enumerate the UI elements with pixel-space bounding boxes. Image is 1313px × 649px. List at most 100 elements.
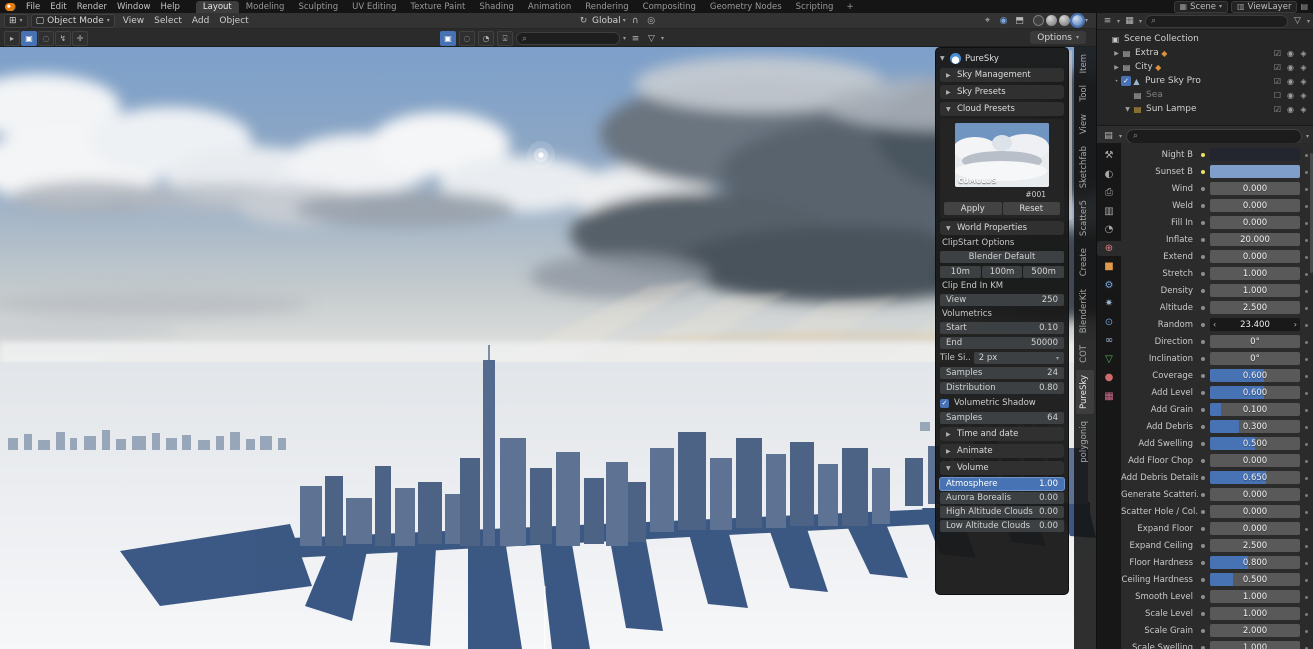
- value-slider[interactable]: 2.000: [1210, 624, 1300, 637]
- keyframe-dot-icon[interactable]: [1198, 184, 1208, 194]
- clip-button-500m[interactable]: 500m: [1023, 266, 1064, 278]
- clip-button-10m[interactable]: 10m: [940, 266, 981, 278]
- animate-decorator-icon[interactable]: [1302, 507, 1311, 517]
- add-workspace-button[interactable]: +: [841, 2, 858, 12]
- show-cameras-icon[interactable]: ◔: [478, 31, 494, 46]
- section-volume[interactable]: ▼Volume: [940, 461, 1064, 475]
- section-sky-management[interactable]: ▶Sky Management: [940, 68, 1064, 82]
- value-slider[interactable]: 0.000: [1210, 216, 1300, 229]
- cloud-preset-preview[interactable]: CUMULUS: [955, 123, 1049, 187]
- viewport-menu-select[interactable]: Select: [149, 16, 187, 26]
- value-slider[interactable]: 1.000: [1210, 607, 1300, 620]
- animate-decorator-icon[interactable]: [1302, 626, 1311, 636]
- animate-decorator-icon[interactable]: [1302, 456, 1311, 466]
- cursor-tool-icon[interactable]: ✛: [72, 31, 88, 46]
- volumetric-shadow-row[interactable]: ✓ Volumetric Shadow: [940, 397, 1064, 409]
- npanel-tab-cot[interactable]: COT: [1076, 340, 1094, 368]
- exclude-checkbox-icon[interactable]: ☑: [1271, 63, 1284, 72]
- snap-magnet-icon[interactable]: ∩: [629, 15, 642, 27]
- section-time-and-date[interactable]: ▶Time and date: [940, 427, 1064, 441]
- animate-decorator-icon[interactable]: [1302, 354, 1311, 364]
- viewport-menu-view[interactable]: View: [118, 16, 149, 26]
- properties-tab-tool-icon[interactable]: ⚒: [1099, 148, 1119, 163]
- properties-tab-texture-icon[interactable]: ▦: [1099, 389, 1119, 404]
- blender-logo-icon[interactable]: [5, 3, 16, 11]
- keyframe-dot-icon[interactable]: [1198, 592, 1208, 602]
- filter-funnel-icon[interactable]: ▽: [645, 33, 658, 45]
- properties-tab-material-icon[interactable]: ●: [1099, 370, 1119, 385]
- volume-high-altitude-clouds-slider[interactable]: High Altitude Clouds0.00: [940, 506, 1064, 518]
- keyframe-dot-icon[interactable]: [1198, 388, 1208, 398]
- keyframe-dot-icon[interactable]: [1198, 371, 1208, 381]
- show-empties-icon[interactable]: ⌻: [497, 31, 513, 46]
- keyframe-dot-icon[interactable]: [1198, 252, 1208, 262]
- keyframe-dot-icon[interactable]: [1198, 541, 1208, 551]
- value-slider[interactable]: 0.000: [1210, 199, 1300, 212]
- value-slider[interactable]: 0.300: [1210, 420, 1300, 433]
- workspace-tab-shading[interactable]: Shading: [472, 1, 521, 13]
- camera-icon[interactable]: ◈: [1297, 91, 1310, 100]
- list-options-icon[interactable]: ≡: [629, 33, 642, 45]
- eye-icon[interactable]: ◉: [1284, 91, 1297, 100]
- keyframe-dot-icon[interactable]: [1198, 150, 1208, 160]
- rendered-shading-icon[interactable]: [1072, 15, 1083, 26]
- tile-size-dropdown[interactable]: 2 px▾: [974, 352, 1064, 364]
- workspace-tab-compositing[interactable]: Compositing: [636, 1, 703, 13]
- menu-render[interactable]: Render: [72, 2, 112, 12]
- options-button[interactable]: Options▾: [1030, 31, 1086, 44]
- animate-decorator-icon[interactable]: [1302, 490, 1311, 500]
- expand-arrow-icon[interactable]: ▼: [1123, 106, 1132, 113]
- value-slider[interactable]: 0.000: [1210, 250, 1300, 263]
- increment-arrow-icon[interactable]: ›: [1294, 318, 1297, 331]
- value-slider[interactable]: 1.000: [1210, 641, 1300, 649]
- menu-edit[interactable]: Edit: [45, 2, 71, 12]
- color-field[interactable]: [1210, 165, 1300, 178]
- value-slider[interactable]: 0.000: [1210, 505, 1300, 518]
- keyframe-dot-icon[interactable]: [1198, 507, 1208, 517]
- select-lasso-tool-icon[interactable]: ↯: [55, 31, 71, 46]
- gizmo-toggle-icon[interactable]: ⌖: [981, 15, 994, 27]
- keyframe-dot-icon[interactable]: [1198, 575, 1208, 585]
- animate-decorator-icon[interactable]: [1302, 541, 1311, 551]
- animate-decorator-icon[interactable]: [1302, 609, 1311, 619]
- workspace-tab-modeling[interactable]: Modeling: [239, 1, 292, 13]
- animate-decorator-icon[interactable]: [1302, 388, 1311, 398]
- tweak-tool-icon[interactable]: ▸: [4, 31, 20, 46]
- menu-file[interactable]: File: [21, 2, 45, 12]
- properties-tab-modifiers-icon[interactable]: ⚙: [1099, 278, 1119, 293]
- volumetrics-distribution-slider[interactable]: Distribution0.80: [940, 382, 1064, 394]
- keyframe-dot-icon[interactable]: [1198, 422, 1208, 432]
- properties-tab-render-icon[interactable]: ◐: [1099, 167, 1119, 182]
- value-slider[interactable]: 0.000: [1210, 488, 1300, 501]
- exclude-checkbox-icon[interactable]: ☐: [1271, 91, 1284, 100]
- keyframe-dot-icon[interactable]: [1198, 167, 1208, 177]
- animate-decorator-icon[interactable]: [1302, 524, 1311, 534]
- properties-tab-object-icon[interactable]: ■: [1099, 259, 1119, 274]
- keyframe-dot-icon[interactable]: [1198, 337, 1208, 347]
- workspace-tab-layout[interactable]: Layout: [196, 1, 239, 13]
- animate-decorator-icon[interactable]: [1302, 643, 1311, 649]
- outliner-search-input[interactable]: ⌕: [1145, 15, 1288, 28]
- keyframe-dot-icon[interactable]: [1198, 235, 1208, 245]
- animate-decorator-icon[interactable]: [1302, 422, 1311, 432]
- wireframe-shading-icon[interactable]: [1033, 15, 1044, 26]
- outliner-row-sea[interactable]: ▤Sea☐◉◈: [1097, 88, 1313, 102]
- eye-icon[interactable]: ◉: [1284, 63, 1297, 72]
- value-slider[interactable]: 0.650: [1210, 471, 1300, 484]
- properties-tab-world-icon[interactable]: ⊕: [1097, 241, 1121, 256]
- mode-selector[interactable]: ▢Object Mode▾: [31, 14, 115, 28]
- value-slider[interactable]: 0.600: [1210, 369, 1300, 382]
- value-slider[interactable]: 0.000: [1210, 454, 1300, 467]
- animate-decorator-icon[interactable]: [1302, 558, 1311, 568]
- keyframe-dot-icon[interactable]: [1198, 473, 1208, 483]
- value-slider[interactable]: 0.600: [1210, 386, 1300, 399]
- viewport-menu-object[interactable]: Object: [214, 16, 253, 26]
- keyframe-dot-icon[interactable]: [1198, 218, 1208, 228]
- viewlayer-selector[interactable]: ▥ViewLayer: [1231, 1, 1297, 13]
- keyframe-dot-icon[interactable]: [1198, 558, 1208, 568]
- properties-tab-particles-icon[interactable]: ✷: [1099, 296, 1119, 311]
- npanel-tab-scatter5[interactable]: Scatter5: [1076, 195, 1094, 241]
- outliner-row-city[interactable]: ▶▤City◆☑◉◈: [1097, 60, 1313, 74]
- expand-arrow-icon[interactable]: ▶: [1112, 50, 1121, 57]
- select-circle-tool-icon[interactable]: ◌: [38, 31, 54, 46]
